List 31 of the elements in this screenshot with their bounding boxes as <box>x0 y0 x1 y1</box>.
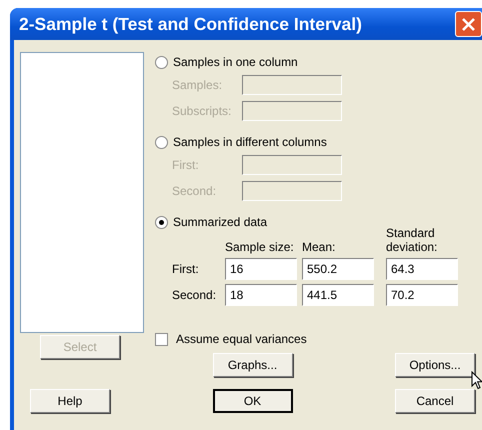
window-title: 2-Sample t (Test and Confidence Interval) <box>19 14 362 34</box>
option-label: Summarized data <box>173 215 268 229</box>
input-field[interactable]: 550.2 <box>302 258 374 280</box>
field-label: Samples: <box>172 78 224 92</box>
radio-button[interactable] <box>155 136 168 148</box>
checkbox-label: Assume equal variances <box>176 332 307 346</box>
field-label: First: <box>172 158 200 172</box>
dialog-button[interactable]: OK <box>212 389 292 413</box>
radio-button[interactable] <box>155 216 168 228</box>
input-field[interactable]: 18 <box>225 284 297 306</box>
input-field[interactable]: 441.5 <box>302 284 374 306</box>
radio-button[interactable] <box>155 56 168 68</box>
column-header: Sample size: <box>225 240 295 254</box>
dialog-button[interactable]: Cancel <box>395 389 475 413</box>
option-label: Samples in different columns <box>173 135 327 149</box>
field-label: Subscripts: <box>172 104 232 118</box>
row-label: First: <box>172 262 200 276</box>
dialog-button[interactable]: Graphs... <box>212 353 292 377</box>
field-label: Second: <box>172 184 218 198</box>
checkbox[interactable] <box>155 332 168 346</box>
dialog-button[interactable]: Help <box>30 389 110 413</box>
column-header: Mean: <box>302 240 336 254</box>
input-field[interactable]: 16 <box>225 258 297 280</box>
close-icon[interactable] <box>455 11 482 37</box>
input-field[interactable]: 70.2 <box>386 284 458 306</box>
option-label: Samples in one column <box>173 55 298 69</box>
cursor-icon <box>471 371 482 390</box>
variable-list[interactable] <box>20 52 144 333</box>
input-field[interactable]: 64.3 <box>386 258 458 280</box>
column-header: Standard deviation: <box>386 226 438 254</box>
row-label: Second: <box>172 288 218 302</box>
